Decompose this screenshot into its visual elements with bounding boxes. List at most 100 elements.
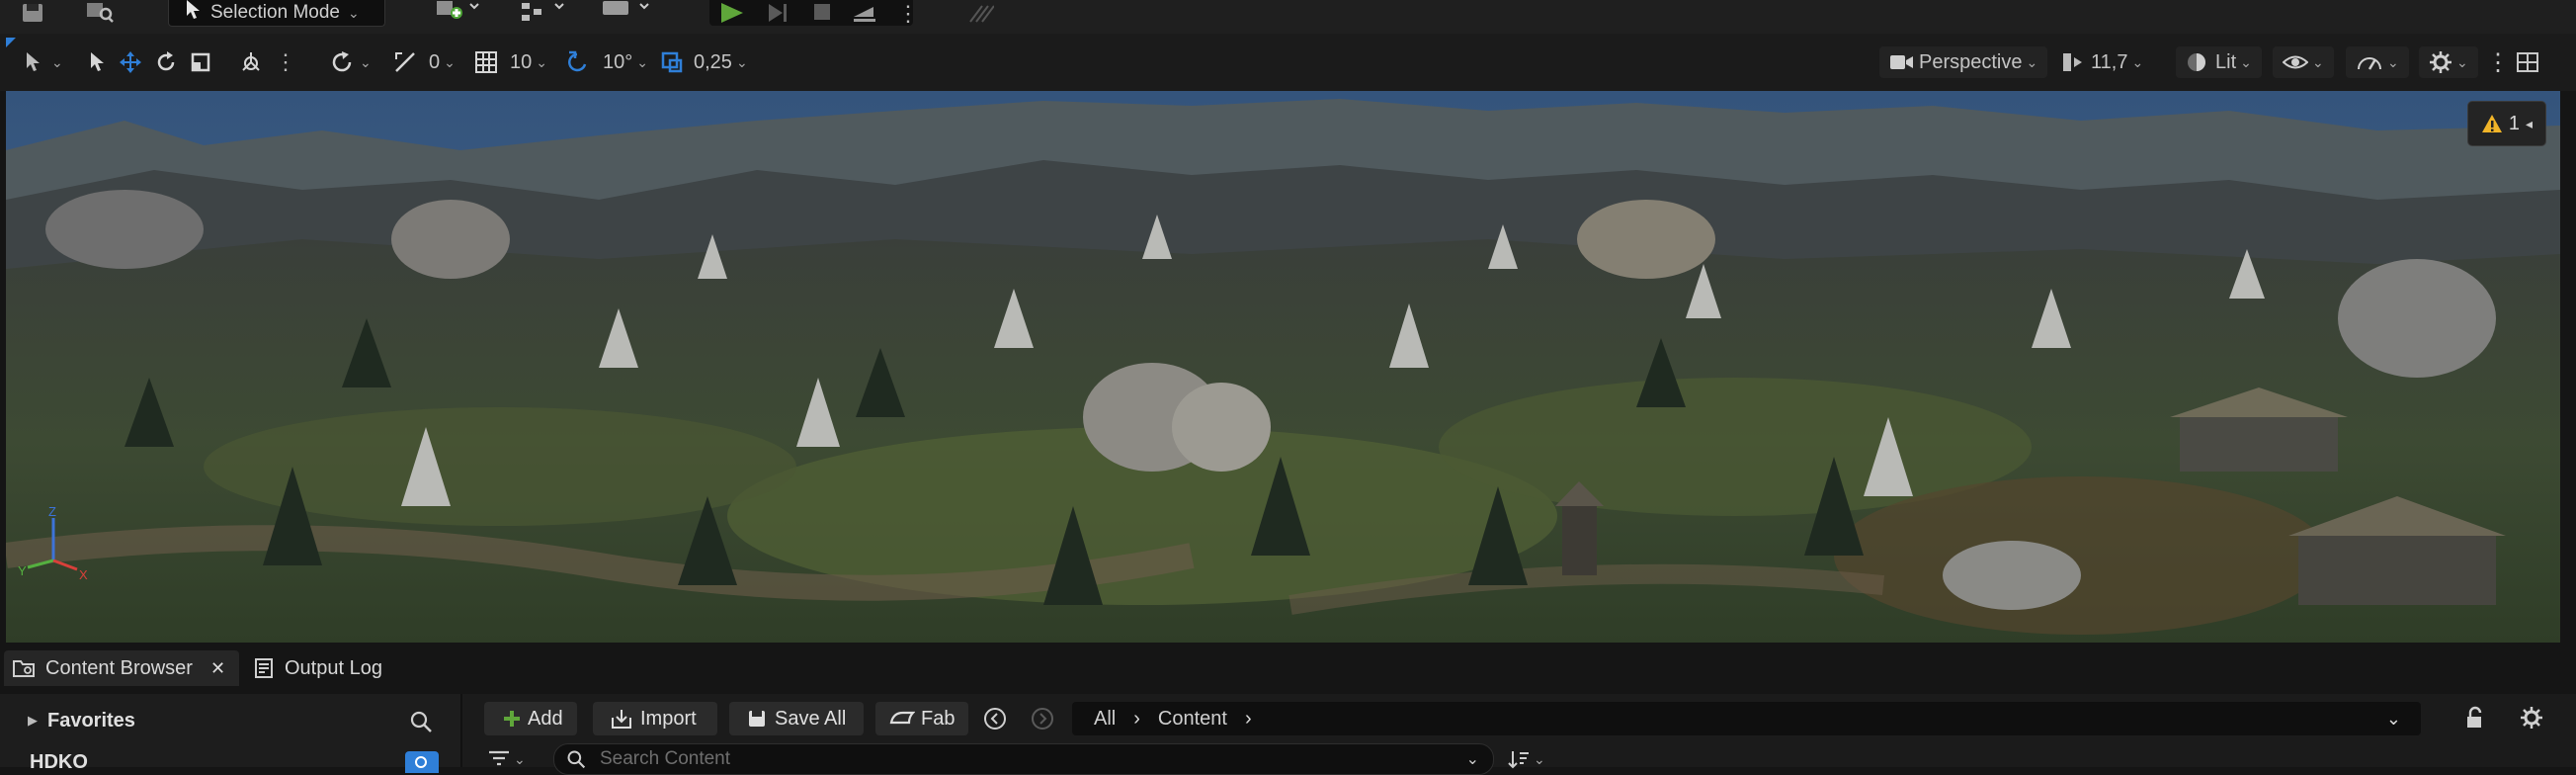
chevron-down-icon: ⌄ — [2387, 53, 2399, 70]
blueprint-button[interactable] — [520, 0, 575, 28]
folder-search-button[interactable] — [405, 751, 439, 773]
chevron-down-icon: ⌄ — [444, 53, 456, 70]
main-toolbar: Selection Mode ⌄ ⋮ — [0, 0, 2576, 34]
performance-dropdown[interactable]: ⌄ — [2346, 46, 2409, 78]
tab-output-log[interactable]: Output Log — [253, 650, 401, 686]
fab-icon — [889, 711, 915, 725]
chevron-down-icon: ⌄ — [2456, 53, 2468, 70]
play-button[interactable] — [719, 0, 753, 28]
settings-dropdown[interactable]: ⌄ — [2419, 46, 2478, 78]
selection-mode-dropdown[interactable]: Selection Mode ⌄ — [168, 0, 385, 27]
more-options-icon[interactable]: ⋮ — [275, 46, 296, 78]
search-icon — [567, 750, 586, 769]
chevron-right-icon[interactable]: › — [1133, 708, 1140, 731]
tab-content-browser-label: Content Browser — [45, 656, 193, 679]
layout-icon[interactable] — [2516, 46, 2539, 78]
save-icon — [749, 711, 765, 727]
show-flags-dropdown[interactable]: ⌄ — [2273, 46, 2334, 78]
rotation-snap-dropdown[interactable]: 10° ⌄ — [565, 46, 648, 78]
import-button[interactable]: Import — [593, 702, 717, 735]
browse-icon[interactable] — [85, 0, 121, 28]
chevron-down-icon: ⌄ — [360, 53, 372, 70]
breadcrumb-content[interactable]: Content — [1158, 708, 1227, 731]
chevron-down-icon: ⌄ — [347, 4, 360, 21]
viewport-options-button[interactable]: ⌄ — [24, 46, 63, 78]
cursor-icon — [187, 0, 200, 19]
step-icon[interactable] — [767, 0, 796, 28]
search-icon[interactable] — [409, 710, 433, 733]
gear-icon[interactable] — [2520, 706, 2543, 730]
chevron-down-icon: ⌄ — [2240, 53, 2252, 70]
sources-panel: ▶ Favorites HDKO — [0, 694, 462, 773]
content-browser-icon — [13, 660, 35, 677]
axis-y-label: Y — [18, 563, 27, 578]
chevron-down-icon: ⌄ — [636, 53, 648, 70]
chevron-down-icon: ⌄ — [2026, 53, 2038, 70]
lighting-mode-dropdown[interactable]: Lit ⌄ — [2176, 46, 2262, 78]
content-search-box[interactable]: Search Content ⌄ — [553, 743, 1494, 775]
rotation-snap-value: 10° — [603, 50, 633, 73]
tab-output-log-label: Output Log — [285, 656, 382, 679]
back-arrow-icon[interactable] — [983, 707, 1007, 731]
import-icon — [612, 710, 631, 729]
select-tool-icon[interactable] — [87, 46, 109, 78]
selection-mode-label: Selection Mode — [210, 2, 340, 23]
breadcrumb-all[interactable]: All — [1094, 708, 1116, 731]
eject-icon[interactable] — [852, 0, 881, 28]
scale-snap-value: 0,25 — [694, 50, 732, 73]
viewport-toolbar: ⌄ ⋮ ⌄ 0 ⌄ 10 ⌄ 10° ⌄ 0,25 ⌄ Perspective ⌄ 11,… — [0, 34, 2576, 91]
camera-speed-dropdown[interactable]: 11,7 ⌄ — [2061, 46, 2143, 78]
filter-icon — [489, 750, 509, 766]
save-all-button-label: Save All — [775, 707, 847, 730]
level-viewport[interactable]: Z Y X — [6, 91, 2560, 643]
add-button[interactable]: Add — [484, 702, 577, 735]
lock-icon[interactable] — [2464, 706, 2486, 730]
path-history-dropdown-icon[interactable]: ⌄ — [2386, 709, 2401, 730]
forward-arrow-icon[interactable] — [1031, 707, 1054, 731]
chevron-right-icon: ▶ — [28, 713, 38, 728]
scale-snap-dropdown[interactable]: 0,25 ⌄ — [660, 46, 748, 78]
tab-content-browser[interactable]: Content Browser ✕ — [4, 650, 239, 686]
filter-dropdown[interactable]: ⌄ — [488, 747, 526, 771]
close-icon[interactable]: ✕ — [210, 658, 225, 679]
favorites-section[interactable]: ▶ Favorites — [28, 706, 135, 735]
chevron-down-icon: ⌄ — [536, 53, 547, 70]
view-mode-dropdown[interactable]: Perspective ⌄ — [1879, 46, 2048, 78]
translate-snap-dropdown[interactable]: 0 ⌄ — [393, 46, 456, 78]
more-options-icon[interactable]: ⋮ — [897, 0, 919, 28]
save-icon[interactable] — [22, 0, 55, 28]
camera-speed-value: 11,7 — [2091, 50, 2128, 73]
chevron-right-icon[interactable]: › — [1245, 708, 1252, 731]
fab-button-label: Fab — [921, 707, 956, 730]
save-all-button[interactable]: Save All — [729, 702, 864, 735]
world-local-icon[interactable] — [239, 46, 263, 78]
stop-icon[interactable] — [812, 0, 842, 28]
output-log-icon — [255, 658, 273, 678]
chevron-down-icon: ⌄ — [1534, 750, 1545, 767]
project-folder-label[interactable]: HDKO — [30, 751, 88, 773]
chevron-down-icon[interactable]: ⌄ — [1466, 749, 1479, 769]
fab-button[interactable]: Fab — [875, 702, 968, 735]
grid-snap-dropdown[interactable]: 10 ⌄ — [474, 46, 547, 78]
rotate-tool-icon[interactable] — [154, 46, 178, 78]
sort-dropdown[interactable]: ⌄ — [1508, 747, 1545, 771]
scale-tool-icon[interactable] — [190, 46, 211, 78]
axis-x-label: X — [79, 567, 88, 582]
surface-snap-button[interactable]: ⌄ — [330, 46, 372, 78]
chevron-left-icon: ◂ — [2526, 115, 2534, 131]
translate-tool-icon[interactable] — [119, 46, 142, 78]
add-button-label: Add — [528, 707, 563, 730]
warning-icon — [2481, 115, 2502, 132]
translate-snap-value: 0 — [429, 50, 441, 73]
platforms-icon[interactable] — [968, 0, 996, 28]
more-options-icon[interactable]: ⋮ — [2486, 46, 2510, 78]
favorites-label: Favorites — [47, 709, 135, 732]
map-check-warning-button[interactable]: 1 ◂ — [2467, 101, 2546, 146]
cinematics-button[interactable] — [601, 0, 660, 28]
chevron-down-icon: ⌄ — [2131, 53, 2144, 70]
viewport-corner-icon — [6, 38, 16, 47]
chevron-down-icon: ⌄ — [51, 53, 63, 70]
add-actor-button[interactable] — [435, 0, 496, 28]
chevron-down-icon: ⌄ — [2312, 53, 2324, 70]
bottom-tab-bar: Content Browser ✕ Output Log — [0, 643, 2576, 694]
